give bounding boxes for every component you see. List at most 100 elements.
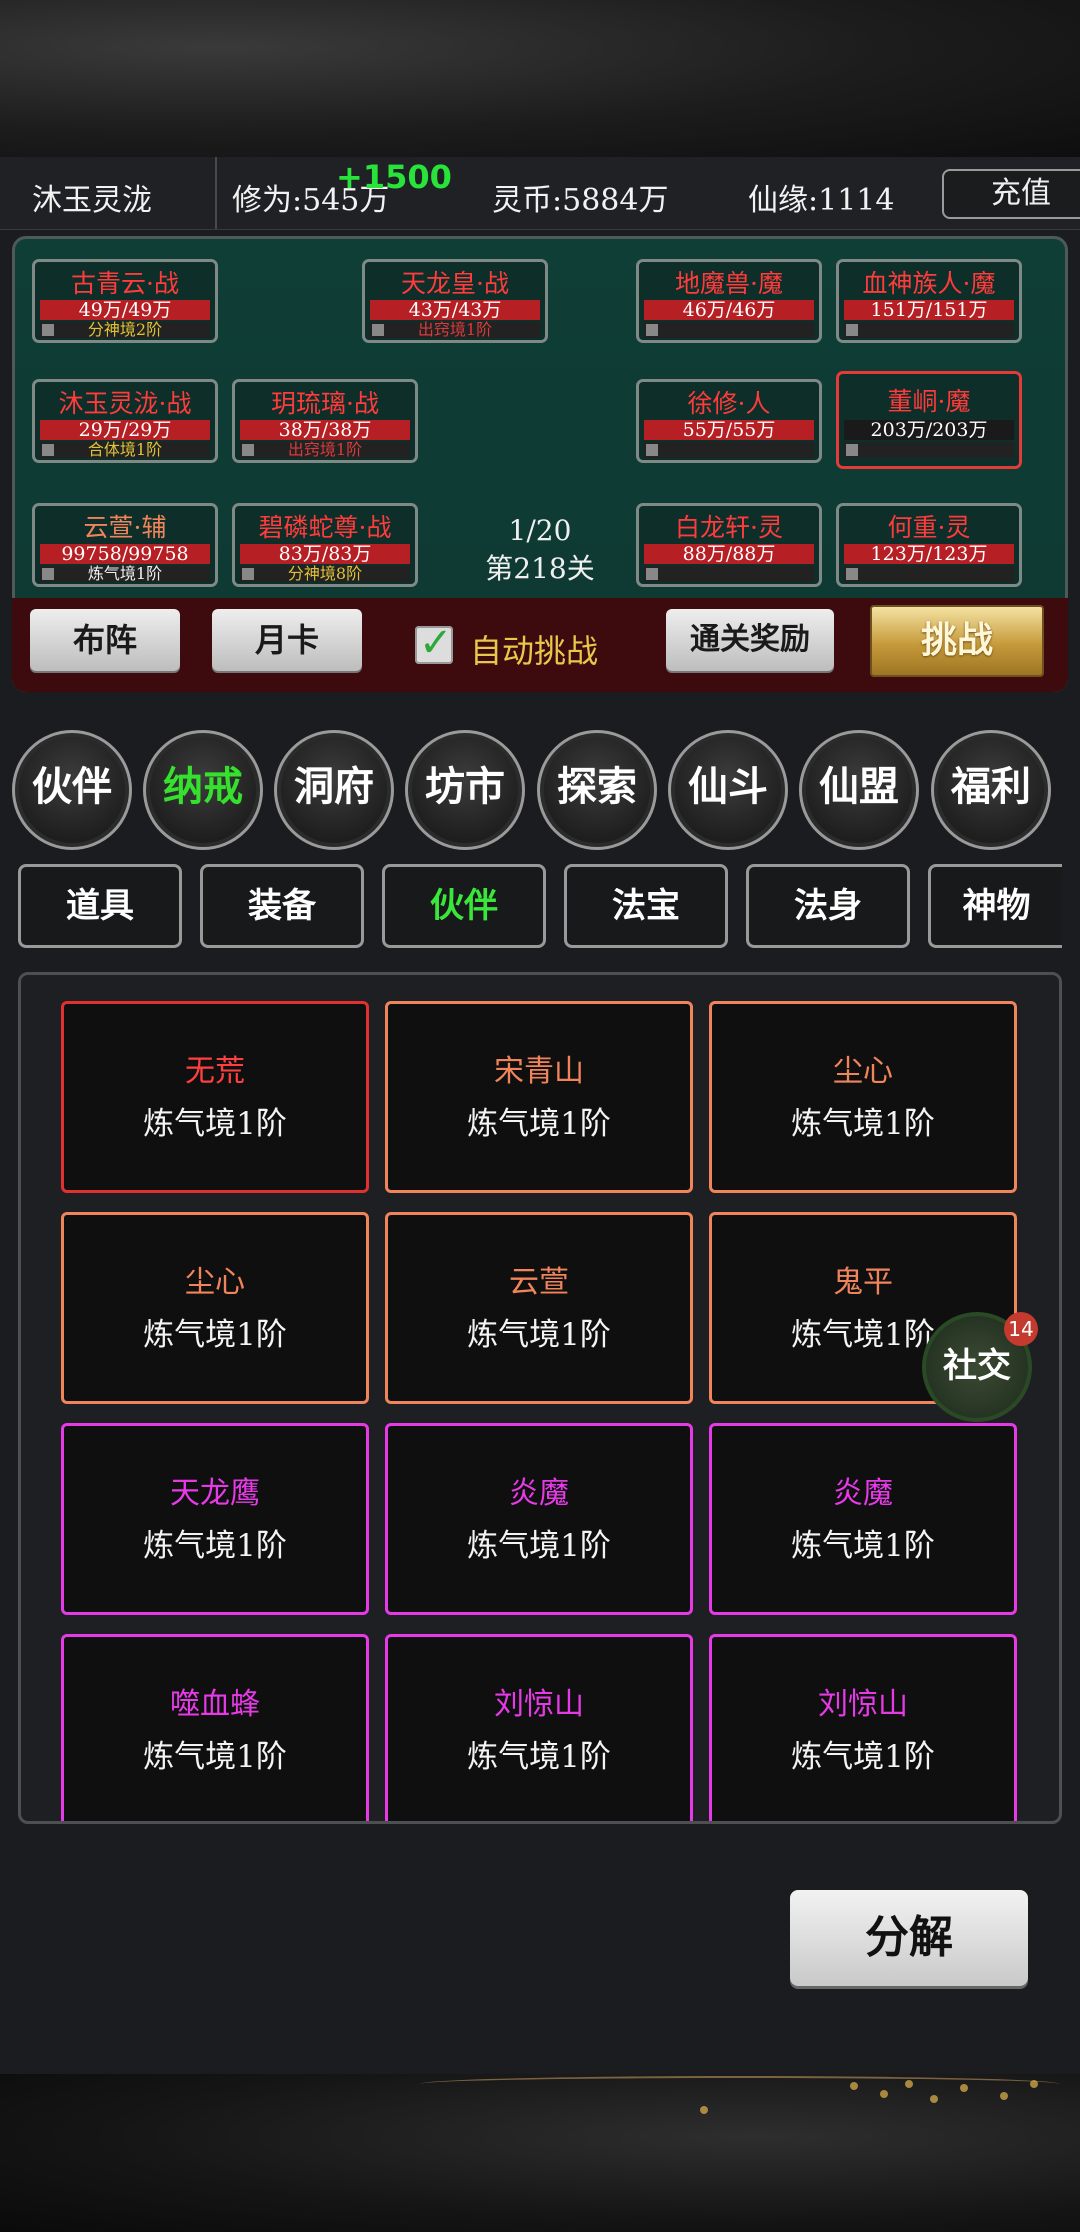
partner-card[interactable]: 噬血蜂 炼气境1阶 [61, 1634, 369, 1821]
partner-card[interactable]: 刘惊山 炼气境1阶 [385, 1634, 693, 1821]
unit-name: 血神族人·魔 [862, 269, 996, 298]
partner-name: 刘惊山 [818, 1687, 908, 1722]
tab-partners[interactable]: 伙伴 [382, 864, 546, 948]
wave-count: 1/20 [508, 514, 572, 547]
partner-level: 炼气境1阶 [143, 1528, 287, 1564]
partner-name: 云萱 [509, 1265, 569, 1300]
partner-name: 炎魔 [509, 1476, 569, 1511]
unit-name: 云萱·辅 [83, 513, 167, 542]
clear-reward-button[interactable]: 通关奖励 [666, 609, 834, 671]
xiuwei-gain-popup: +1500 [336, 158, 452, 196]
unit-level: 出窍境1阶 [370, 322, 540, 338]
unit-name: 玥琉璃·战 [271, 389, 379, 418]
nav-explore[interactable]: 探索 [537, 730, 657, 850]
lingbi-value: 灵币:5884万 [492, 183, 669, 218]
header-divider [215, 157, 217, 229]
auto-challenge-checkbox[interactable]: ✓ [415, 620, 453, 666]
enemy-unit[interactable]: 血神族人·魔 151万/151万 [836, 259, 1022, 343]
background-top [0, 0, 1080, 157]
unit-name: 古青云·战 [71, 269, 179, 298]
nav-welfare[interactable]: 福利 [931, 730, 1051, 850]
partner-card[interactable]: 云萱 炼气境1阶 [385, 1212, 693, 1404]
unit-level: 炼气境1阶 [40, 566, 210, 582]
partner-name: 炎魔 [833, 1476, 893, 1511]
tab-equipment[interactable]: 装备 [200, 864, 364, 948]
unit-level [844, 566, 1014, 582]
unit-level: 分神境2阶 [40, 322, 210, 338]
partner-name: 鬼平 [833, 1265, 893, 1300]
ally-unit[interactable]: 碧磷蛇尊·战 83万/83万 分神境8阶 [232, 503, 418, 587]
unit-hp-bar: 123万/123万 [844, 544, 1014, 564]
unit-hp-bar: 49万/49万 [40, 300, 210, 320]
partner-level: 炼气境1阶 [791, 1739, 935, 1775]
ally-unit[interactable]: 玥琉璃·战 38万/38万 出窍境1阶 [232, 379, 418, 463]
partner-card[interactable]: 尘心 炼气境1阶 [709, 1001, 1017, 1193]
unit-name: 徐修·人 [687, 389, 771, 418]
enemy-unit-selected[interactable]: 董峒·魔 203万/203万 [836, 371, 1022, 469]
partner-level: 炼气境1阶 [791, 1528, 935, 1564]
nav-arena[interactable]: 仙斗 [668, 730, 788, 850]
unit-name: 地魔兽·魔 [675, 269, 783, 298]
partner-level: 炼气境1阶 [143, 1739, 287, 1775]
ally-unit[interactable]: 云萱·辅 99758/99758 炼气境1阶 [32, 503, 218, 587]
partner-name: 无荒 [185, 1054, 245, 1089]
unit-hp-bar: 99758/99758 [40, 544, 210, 564]
partner-card[interactable]: 天龙鹰 炼气境1阶 [61, 1423, 369, 1615]
partner-level: 炼气境1阶 [467, 1317, 611, 1353]
monthly-card-button[interactable]: 月卡 [212, 609, 362, 671]
unit-hp-bar: 46万/46万 [644, 300, 814, 320]
unit-hp-bar: 88万/88万 [644, 544, 814, 564]
unit-name: 碧磷蛇尊·战 [258, 513, 392, 542]
partner-level: 炼气境1阶 [467, 1739, 611, 1775]
decompose-button[interactable]: 分解 [790, 1890, 1028, 1986]
partner-name: 尘心 [185, 1265, 245, 1300]
auto-challenge-label: 自动挑战 [470, 632, 599, 670]
nav-partner[interactable]: 伙伴 [12, 730, 132, 850]
partner-card[interactable]: 无荒 炼气境1阶 [61, 1001, 369, 1193]
unit-level: 分神境8阶 [240, 566, 410, 582]
formation-button[interactable]: 布阵 [30, 609, 180, 671]
challenge-button[interactable]: 挑战 [870, 605, 1044, 677]
enemy-unit[interactable]: 地魔兽·魔 46万/46万 [636, 259, 822, 343]
partner-card[interactable]: 宋青山 炼气境1阶 [385, 1001, 693, 1193]
partner-card[interactable]: 炎魔 炼气境1阶 [709, 1423, 1017, 1615]
nav-market[interactable]: 坊市 [405, 730, 525, 850]
partner-name: 天龙鹰 [170, 1476, 260, 1511]
resource-header: 沐玉灵泷 修为:545万 灵币:5884万 仙缘:1114 [0, 157, 1080, 230]
unit-level [844, 322, 1014, 338]
partner-card[interactable]: 尘心 炼气境1阶 [61, 1212, 369, 1404]
partner-level: 炼气境1阶 [143, 1317, 287, 1353]
nav-alliance[interactable]: 仙盟 [799, 730, 919, 850]
nav-cave[interactable]: 洞府 [274, 730, 394, 850]
stage-number: 第218关 [485, 552, 595, 585]
ally-unit[interactable]: 天龙皇·战 43万/43万 出窍境1阶 [362, 259, 548, 343]
tab-items[interactable]: 道具 [18, 864, 182, 948]
enemy-unit[interactable]: 徐修·人 55万/55万 [636, 379, 822, 463]
xianyuan-value: 仙缘:1114 [748, 183, 895, 218]
partner-card[interactable]: 炎魔 炼气境1阶 [385, 1423, 693, 1615]
tab-treasures[interactable]: 法宝 [564, 864, 728, 948]
partner-name: 刘惊山 [494, 1687, 584, 1722]
enemy-unit[interactable]: 何重·灵 123万/123万 [836, 503, 1022, 587]
unit-hp-bar: 203万/203万 [844, 420, 1014, 440]
unit-level [644, 322, 814, 338]
tab-divine-items[interactable]: 神物 [928, 864, 1062, 948]
checkmark-icon: ✓ [419, 620, 453, 666]
unit-level [644, 566, 814, 582]
unit-name: 沐玉灵泷·战 [58, 389, 192, 418]
partner-level: 炼气境1阶 [467, 1528, 611, 1564]
partner-grid: 无荒 炼气境1阶 宋青山 炼气境1阶 尘心 炼气境1阶 尘心 炼气境1阶 云萱 … [18, 972, 1062, 1824]
recharge-button[interactable]: 充值 [942, 169, 1080, 219]
tab-dharma-body[interactable]: 法身 [746, 864, 910, 948]
unit-name: 董峒·魔 [887, 387, 971, 416]
unit-hp-bar: 38万/38万 [240, 420, 410, 440]
player-name: 沐玉灵泷 [32, 183, 152, 218]
partner-level: 炼气境1阶 [143, 1106, 287, 1142]
nav-storage-ring[interactable]: 纳戒 [143, 730, 263, 850]
unit-hp-bar: 83万/83万 [240, 544, 410, 564]
enemy-unit[interactable]: 白龙轩·灵 88万/88万 [636, 503, 822, 587]
ally-unit[interactable]: 沐玉灵泷·战 29万/29万 合体境1阶 [32, 379, 218, 463]
partner-card[interactable]: 刘惊山 炼气境1阶 [709, 1634, 1017, 1821]
ally-unit[interactable]: 古青云·战 49万/49万 分神境2阶 [32, 259, 218, 343]
unit-name: 何重·灵 [887, 513, 971, 542]
